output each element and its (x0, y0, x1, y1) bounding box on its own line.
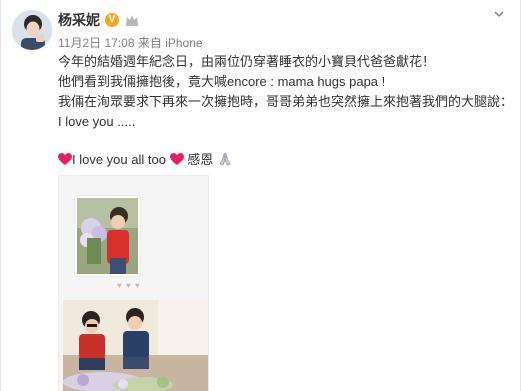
chevron-down-icon[interactable] (492, 7, 506, 21)
author-name[interactable]: 杨采妮 (58, 10, 100, 30)
author-row: 杨采妮 V (58, 11, 140, 29)
photo-two-boys (63, 300, 208, 391)
post-line-4: I love you ..... (58, 114, 136, 129)
post-meta: 11月2日 17:08 来自 iPhone (58, 34, 203, 51)
crown-icon[interactable] (124, 13, 140, 27)
red-heart-icon (58, 153, 72, 165)
weibo-post-card: 杨采妮 V 11月2日 17:08 来自 iPhone 今年的結婚週年紀念日，由… (0, 0, 521, 391)
verified-v-icon[interactable]: V (105, 13, 119, 27)
post-line-1: 今年的結婚週年紀念日，由兩位仍穿著睡衣的小寶貝代爸爸獻花！ (58, 54, 436, 69)
thanks-text: 感恩 (187, 152, 214, 167)
avatar[interactable] (12, 10, 52, 50)
post-line-2: 他們看到我倆擁抱後，竟大喊encore : mama hugs papa ! (58, 74, 386, 89)
source-prefix: 来自 (137, 36, 162, 50)
pray-hands-icon (219, 152, 231, 166)
post-timestamp[interactable]: 11月2日 17:08 (58, 36, 135, 50)
decorative-hearts: ♥ ♥ ♥ (117, 281, 141, 290)
red-heart-icon (169, 153, 184, 165)
post-text: 今年的結婚週年紀念日，由兩位仍穿著睡衣的小寶貝代爸爸獻花！ 他們看到我倆擁抱後，… (58, 52, 513, 170)
avatar-image (12, 10, 52, 50)
source-device: iPhone (165, 36, 203, 50)
post-image[interactable]: ♥ ♥ ♥ (58, 175, 209, 391)
post-line-love: I love you all too 感恩 (58, 150, 513, 170)
post-line-3: 我倆在洵眾要求下再來一次擁抱時，哥哥弟弟也突然擁上來抱著我們的大腿說： (58, 94, 514, 109)
love-text: I love you all too (72, 152, 166, 167)
photo-child-with-flowers (75, 196, 140, 276)
